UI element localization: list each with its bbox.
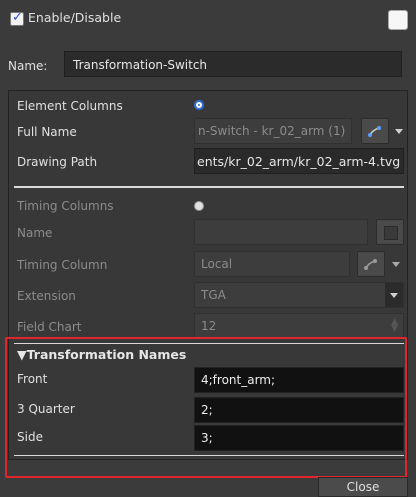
field-chart-stepper: 12 ▲ ▼ bbox=[194, 313, 404, 339]
highlight-annotation bbox=[5, 337, 407, 478]
drawing-path-label: Drawing Path bbox=[17, 155, 98, 169]
timing-name-button bbox=[376, 219, 404, 245]
timing-column-value: Local bbox=[201, 257, 233, 271]
link-icon bbox=[364, 259, 377, 270]
extension-dropdown-button bbox=[385, 283, 403, 307]
field-chart-label: Field Chart bbox=[17, 320, 82, 334]
timing-column-dropdown-icon bbox=[392, 262, 400, 267]
name-label: Name: bbox=[8, 59, 48, 73]
full-name-label: Full Name bbox=[17, 125, 77, 139]
field-chart-value: 12 bbox=[201, 319, 217, 333]
drawing-path-value: ents/kr_02_arm/kr_02_arm-4.tvg bbox=[197, 154, 401, 169]
timing-column-label: Timing Column bbox=[17, 258, 108, 272]
close-button[interactable]: Close bbox=[318, 477, 408, 497]
enable-label: Enable/Disable bbox=[28, 10, 122, 25]
element-columns-radio[interactable] bbox=[194, 100, 204, 110]
full-name-dropdown-icon[interactable] bbox=[395, 129, 403, 134]
square-icon bbox=[384, 226, 398, 240]
link-button[interactable] bbox=[361, 118, 389, 144]
extension-label: Extension bbox=[17, 289, 76, 303]
checkmark-icon: ✓ bbox=[12, 10, 23, 25]
enable-checkbox[interactable]: ✓ bbox=[10, 10, 24, 26]
timing-name-field bbox=[194, 219, 368, 245]
extension-value: TGA bbox=[201, 288, 226, 302]
timing-column-field: Local bbox=[194, 251, 350, 277]
extension-select: TGA bbox=[194, 282, 404, 308]
full-name-value: n-Switch - kr_02_arm (1) bbox=[198, 124, 346, 138]
full-name-field: n-Switch - kr_02_arm (1) bbox=[194, 118, 352, 144]
link-icon bbox=[368, 126, 381, 137]
separator bbox=[14, 186, 404, 188]
chevron-down-icon bbox=[390, 293, 398, 298]
timing-name-label: Name bbox=[17, 226, 53, 240]
drawing-path-field[interactable]: ents/kr_02_arm/kr_02_arm-4.tvg bbox=[194, 148, 404, 174]
name-input-value: Transformation-Switch bbox=[73, 58, 208, 72]
timing-columns-label: Timing Columns bbox=[17, 199, 114, 213]
spinner-arrows-icon: ▲ ▼ bbox=[391, 317, 398, 334]
color-swatch-box[interactable] bbox=[388, 10, 408, 30]
timing-columns-radio[interactable] bbox=[194, 201, 204, 211]
timing-link-button bbox=[357, 251, 385, 277]
element-columns-label: Element Columns bbox=[17, 99, 123, 113]
name-input[interactable]: Transformation-Switch bbox=[64, 51, 402, 77]
